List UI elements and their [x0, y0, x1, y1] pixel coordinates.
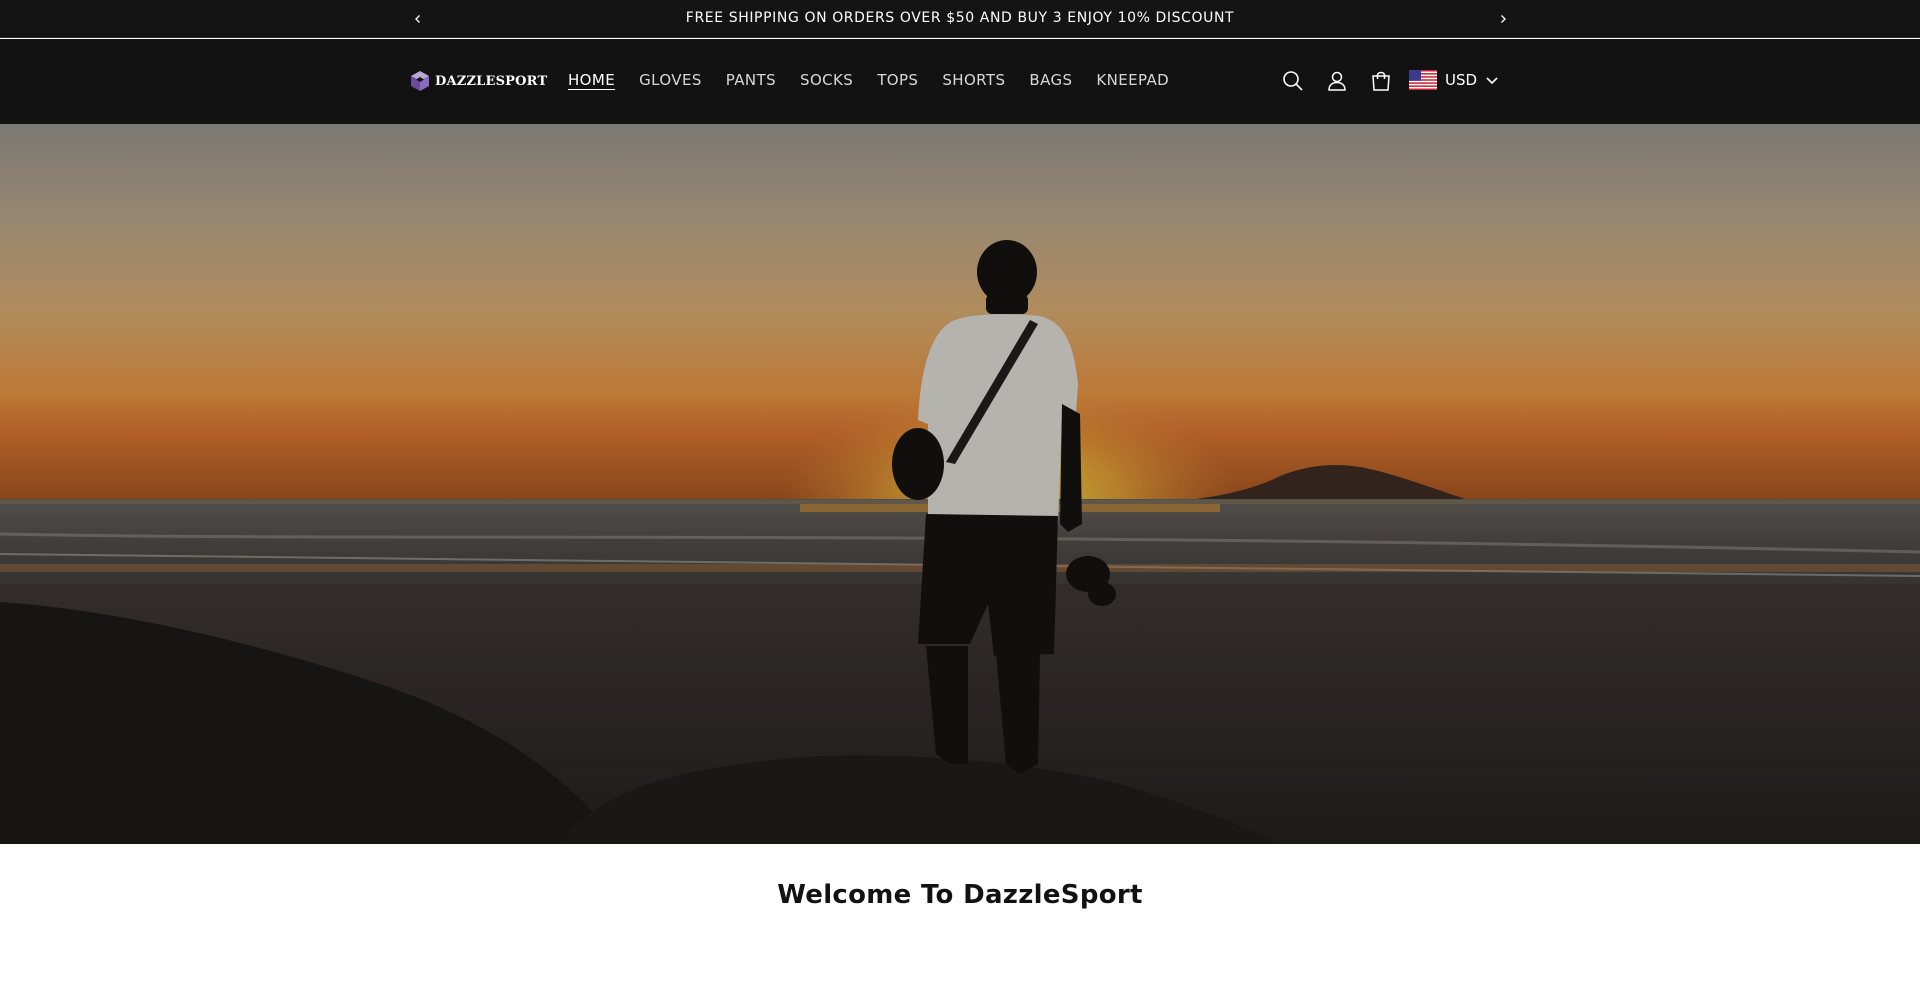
announcement-text: FREE SHIPPING ON ORDERS OVER $50 AND BUY… [685, 10, 1235, 26]
hero-image [0, 124, 1920, 844]
logo[interactable]: DAZZLESPORT [408, 68, 547, 94]
announcement-bar: FREE SHIPPING ON ORDERS OVER $50 AND BUY… [0, 0, 1920, 38]
welcome-title: Welcome To DazzleSport [777, 880, 1143, 910]
main-nav: HOME GLOVES PANTS SOCKS TOPS SHORTS BAGS… [568, 71, 1193, 89]
nav-item-bags[interactable]: BAGS [1029, 71, 1072, 89]
hero-banner [0, 124, 1920, 844]
nav-item-gloves[interactable]: GLOVES [639, 71, 702, 89]
nav-item-home[interactable]: HOME [568, 71, 615, 89]
us-flag-icon [1409, 70, 1437, 90]
nav-item-pants[interactable]: PANTS [726, 71, 776, 89]
nav-item-kneepad[interactable]: KNEEPAD [1096, 71, 1169, 89]
currency-selector[interactable]: USD [1409, 68, 1499, 92]
currency-code: USD [1445, 71, 1478, 89]
search-icon[interactable] [1279, 67, 1307, 95]
logo-text: DAZZLESPORT [435, 73, 548, 89]
nav-item-socks[interactable]: SOCKS [800, 71, 853, 89]
account-icon[interactable] [1323, 67, 1351, 95]
chevron-right-icon[interactable] [1493, 9, 1513, 29]
chevron-down-icon [1486, 77, 1498, 85]
nav-item-shorts[interactable]: SHORTS [942, 71, 1005, 89]
nav-item-tops[interactable]: TOPS [877, 71, 918, 89]
welcome-section: Welcome To DazzleSport [0, 844, 1920, 993]
logo-cube-icon [411, 71, 429, 91]
site-header: DAZZLESPORT HOME GLOVES PANTS SOCKS TOPS… [0, 39, 1920, 124]
cart-icon[interactable] [1367, 67, 1395, 95]
